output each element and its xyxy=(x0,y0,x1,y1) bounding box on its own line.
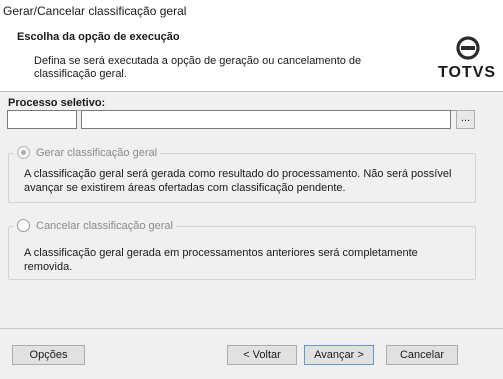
logo-text: TOTVS xyxy=(438,64,497,81)
step-title: Escolha da opção de execução xyxy=(17,31,180,43)
process-code-input[interactable] xyxy=(7,110,77,129)
step-description: Defina se será executada a opção de gera… xyxy=(34,55,362,80)
process-lookup-button[interactable]: ... xyxy=(456,110,475,129)
totvs-logo: TOTVS xyxy=(438,34,496,84)
options-button[interactable]: Opções xyxy=(12,345,85,365)
footer-divider xyxy=(0,328,503,329)
process-description-input[interactable] xyxy=(81,110,451,129)
generate-radio[interactable] xyxy=(17,146,30,159)
next-button[interactable]: Avançar > xyxy=(304,345,374,365)
generate-option-header[interactable]: Gerar classificação geral xyxy=(14,146,161,159)
generate-option-group: Gerar classificação geral A classificaçã… xyxy=(8,146,476,203)
generate-option-description: A classificação geral será gerada como r… xyxy=(24,168,452,194)
generate-option-label: Gerar classificação geral xyxy=(36,146,158,159)
cancel-option-group: Cancelar classificação geral A classific… xyxy=(8,219,476,280)
back-button[interactable]: < Voltar xyxy=(227,345,297,365)
window-title: Gerar/Cancelar classificação geral xyxy=(3,4,187,18)
cancel-button[interactable]: Cancelar xyxy=(386,345,458,365)
cancel-option-label: Cancelar classificação geral xyxy=(36,219,173,232)
cancel-option-header[interactable]: Cancelar classificação geral xyxy=(14,219,176,232)
cancel-radio[interactable] xyxy=(17,219,30,232)
window-titlebar: Gerar/Cancelar classificação geral xyxy=(0,0,503,22)
totvs-logo-icon xyxy=(456,36,480,60)
wizard-header: Escolha da opção de execução Defina se s… xyxy=(0,22,503,92)
cancel-option-description: A classificação geral gerada em processa… xyxy=(24,247,418,273)
process-label: Processo seletivo: xyxy=(8,97,106,109)
